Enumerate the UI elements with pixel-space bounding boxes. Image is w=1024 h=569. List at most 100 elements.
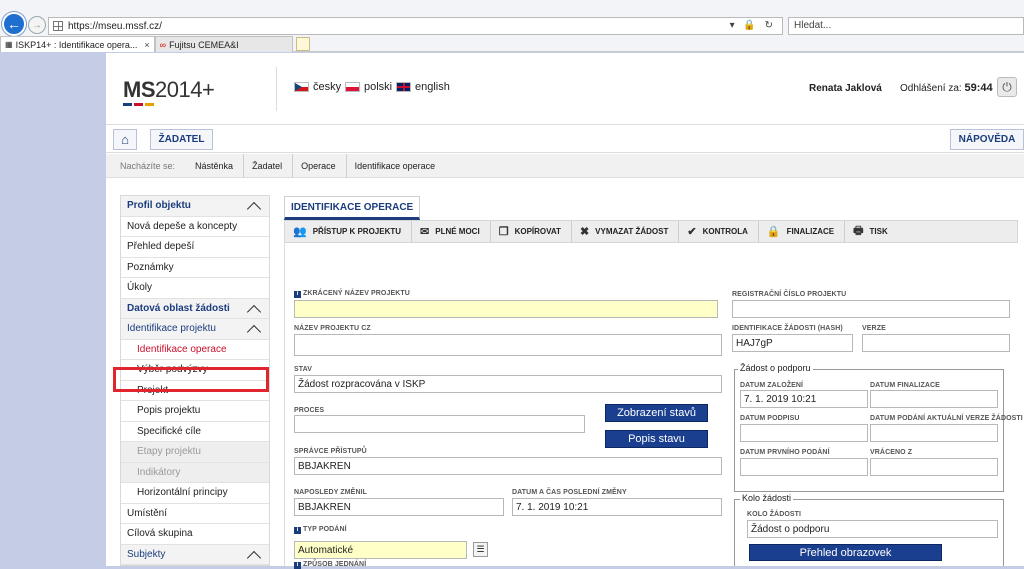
- admin-field: BBJAKREN: [294, 457, 722, 475]
- new-tab-icon[interactable]: [295, 37, 310, 51]
- browser-search-input[interactable]: Hledat...: [788, 17, 1024, 35]
- home-icon[interactable]: ⌂: [113, 129, 137, 150]
- power-icon[interactable]: ⏻: [997, 77, 1017, 97]
- sidebar-label: Přehled depeší: [127, 241, 195, 253]
- sidebar-section-subjekty[interactable]: Subjekty: [121, 544, 269, 565]
- toolbar-label: PLNÉ MOCI: [435, 227, 480, 236]
- submit-type-input[interactable]: Automatické: [294, 541, 467, 559]
- breadcrumb-item-zadatel[interactable]: Žadatel: [244, 153, 294, 178]
- round-label: KOLO ŽÁDOSTI: [747, 511, 802, 518]
- user-name[interactable]: Renata Jaklová: [809, 83, 882, 94]
- sidebar-item-umisteni[interactable]: Umístění: [121, 504, 269, 524]
- first-submit-label: DATUM PRVNÍHO PODÁNÍ: [740, 449, 830, 456]
- reg-no-label: REGISTRAČNÍ ČÍSLO PROJEKTU: [732, 291, 847, 298]
- sidebar-label: Nová depeše a koncepty: [127, 220, 238, 232]
- version-label: VERZE: [862, 325, 886, 332]
- sidebar-label: Úkoly: [127, 282, 153, 294]
- copy-icon: ❐: [498, 226, 509, 238]
- sidebar-section-datova-oblast[interactable]: Datová oblast žádosti: [121, 298, 269, 319]
- tab-identifikace-operace[interactable]: IDENTIFIKACE OPERACE: [284, 196, 421, 220]
- back-arrow-icon[interactable]: ←: [2, 12, 26, 36]
- sidebar-section-profil[interactable]: Profil objektu: [121, 196, 269, 217]
- breadcrumb-item-nastenka[interactable]: Nástěnka: [187, 153, 245, 178]
- toolbar-label: FINALIZACE: [786, 227, 835, 236]
- toolbar-print-button[interactable]: 🖶 TISK: [845, 221, 898, 242]
- lang-czech[interactable]: česky: [294, 81, 341, 93]
- toolbar-access-button[interactable]: 👥 PŘÍSTUP K PROJEKTU: [285, 221, 413, 242]
- screens-overview-button[interactable]: Přehled obrazovek: [749, 544, 942, 561]
- applicant-button[interactable]: ŽADATEL: [150, 129, 213, 150]
- submit-current-label: DATUM PODÁNÍ AKTUÁLNÍ VERZE ŽÁDOSTI: [870, 415, 1023, 422]
- printer-icon: 🖶: [853, 225, 864, 237]
- chevron-up-icon: [246, 201, 262, 217]
- people-icon: 👥: [293, 226, 307, 238]
- lang-polish[interactable]: polski: [345, 81, 392, 93]
- sidebar-item-cilova-skupina[interactable]: Cílová skupina: [121, 524, 269, 545]
- finalization-label: DATUM FINALIZACE: [870, 382, 940, 389]
- name-cz-label: NÁZEV PROJEKTU CZ: [294, 325, 371, 332]
- toolbar-label: VYMAZAT ŽÁDOST: [595, 227, 669, 236]
- lock-icon: 🔒: [766, 226, 781, 238]
- sidebar-item-etapy-projektu: Etapy projektu: [121, 442, 269, 463]
- status-field: Žádost rozpracována v ISKP: [294, 375, 722, 393]
- name-cz-input[interactable]: [294, 334, 722, 356]
- returned-field: [870, 458, 998, 476]
- sidebar-label: Specifické cíle: [137, 425, 201, 437]
- lang-english[interactable]: english: [396, 81, 450, 93]
- created-label: DATUM ZALOŽENÍ: [740, 382, 804, 389]
- toolbar-check-button[interactable]: ✔ KONTROLA: [679, 221, 759, 242]
- lang-label: česky: [313, 81, 342, 93]
- sidebar-label: Projekt: [137, 384, 169, 396]
- toolbar-finalize-button[interactable]: 🔒 FINALIZACE: [759, 221, 846, 242]
- toolbar-power-of-attorney-button[interactable]: ✉ PLNÉ MOCI: [412, 221, 491, 242]
- nav-bar: ⌂ ŽADATEL NÁPOVĚDA: [106, 126, 1024, 153]
- changed-at-label: DATUM A ČAS POSLEDNÍ ZMĚNY: [512, 489, 627, 496]
- tab-label: Fujitsu CEMEA&I: [169, 39, 239, 50]
- address-tools-icon[interactable]: ▾ 🔒 ↻: [730, 20, 776, 31]
- chevron-up-icon: [246, 304, 262, 319]
- sidebar-label: Identifikace projektu: [127, 323, 216, 335]
- toolbar-copy-button[interactable]: ❐ KOPÍROVAT: [491, 221, 572, 242]
- reg-no-field: [732, 300, 1010, 318]
- list-icon[interactable]: ☰: [473, 542, 488, 557]
- sidebar-item-projekt[interactable]: Projekt: [121, 381, 269, 401]
- process-label: PROCES: [294, 407, 325, 414]
- short-name-input[interactable]: [294, 300, 718, 318]
- toolbar-delete-button[interactable]: ✖ VYMAZAT ŽÁDOST: [572, 221, 680, 242]
- logo-ms: MS: [123, 77, 156, 102]
- show-states-button[interactable]: Zobrazení stavů: [605, 404, 708, 422]
- sign-date-label: DATUM PODPISU: [740, 415, 800, 422]
- sidebar-item-poznamky[interactable]: Poznámky: [121, 258, 269, 278]
- page: MS2014+ česky polski english Renata Jakl…: [106, 53, 1024, 569]
- sidebar-label: Poznámky: [127, 261, 174, 273]
- breadcrumb-label: Nacházíte se:: [120, 160, 176, 171]
- sidebar-section-identifikace-projektu[interactable]: Identifikace projektu: [121, 319, 269, 340]
- support-request-title: Žádost o podporu: [738, 363, 813, 373]
- changed-by-field: BBJAKREN: [294, 498, 504, 516]
- logout-label: Odhlášení za:: [900, 83, 962, 94]
- sidebar-label: Datová oblast žádosti: [127, 302, 230, 314]
- sidebar-item-prehled-depesi[interactable]: Přehled depeší: [121, 237, 269, 258]
- sidebar-item-specificke-cile[interactable]: Specifické cíle: [121, 422, 269, 442]
- forward-arrow-icon[interactable]: →: [28, 16, 46, 34]
- browser-tab-iskp[interactable]: ▦ ISKP14+ : Identifikace opera... ×: [0, 36, 155, 52]
- sidebar-item-popis-projektu[interactable]: Popis projektu: [121, 401, 269, 422]
- ms2014-logo[interactable]: MS2014+: [123, 77, 215, 106]
- uk-flag-icon: [396, 82, 411, 92]
- address-bar[interactable]: https://mseu.mssf.cz/ ▾ 🔒 ↻: [48, 17, 783, 35]
- sidebar-item-vyber-podvyzvy[interactable]: Výběr podvýzvy: [121, 360, 269, 381]
- breadcrumb-item-operace[interactable]: Operace: [293, 153, 347, 178]
- sidebar-item-identifikace-operace[interactable]: Identifikace operace: [121, 340, 269, 360]
- sidebar-item-ukoly[interactable]: Úkoly: [121, 278, 269, 299]
- sidebar-item-horizontalni-principy[interactable]: Horizontální principy: [121, 483, 269, 504]
- sidebar-item-nova-depese[interactable]: Nová depeše a koncepty: [121, 217, 269, 237]
- lang-label: polski: [364, 81, 393, 93]
- browser-tab-fujitsu[interactable]: ∞ Fujitsu CEMEA&I: [154, 36, 293, 52]
- tab-close-icon[interactable]: ×: [144, 40, 149, 50]
- short-name-label: i ZKRÁCENÝ NÁZEV PROJEKTU: [294, 290, 410, 298]
- help-button[interactable]: NÁPOVĚDA: [950, 129, 1024, 150]
- negotiation-label: i ZPŮSOB JEDNÁNÍ: [294, 561, 366, 569]
- state-description-button[interactable]: Popis stavu: [605, 430, 708, 448]
- header-divider: [276, 67, 277, 111]
- app-header: MS2014+ česky polski english Renata Jakl…: [106, 53, 1024, 125]
